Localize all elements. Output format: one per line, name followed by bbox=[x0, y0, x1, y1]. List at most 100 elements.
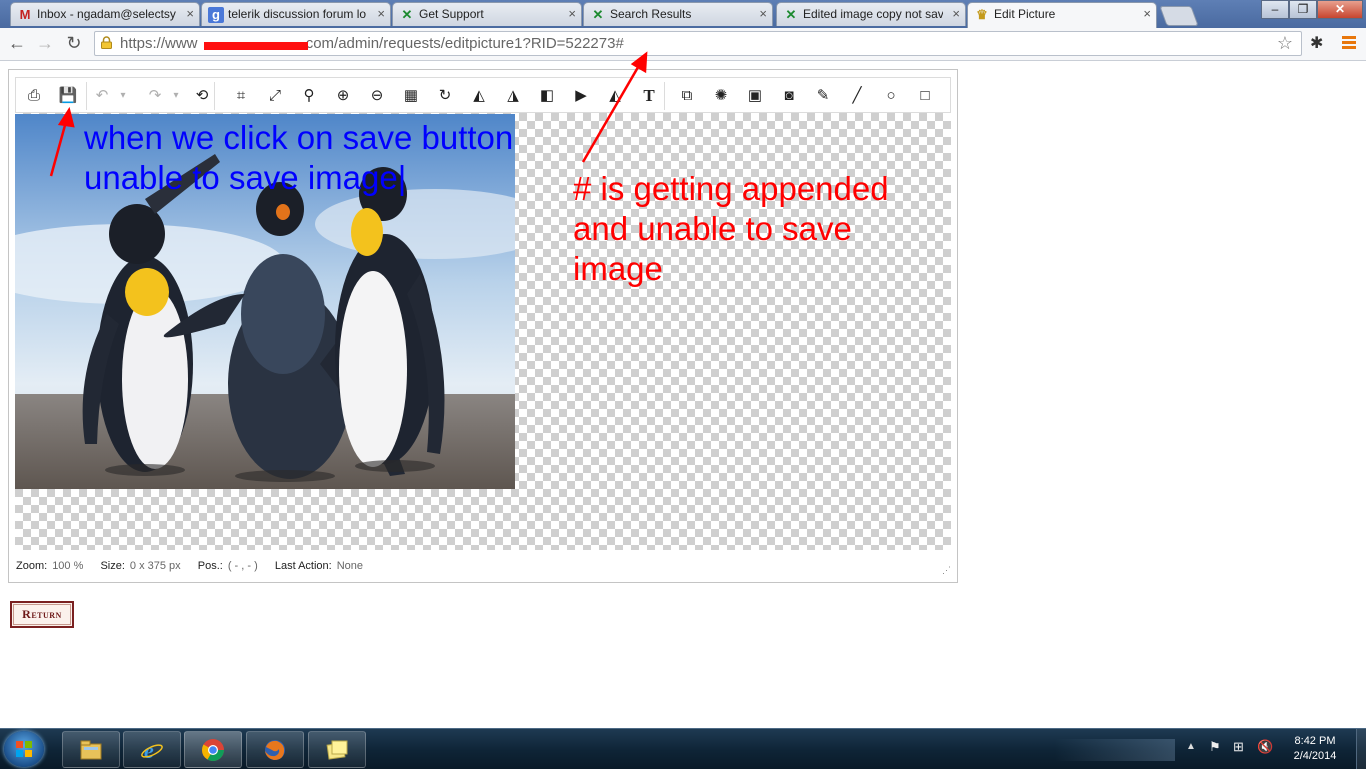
new-tab-button[interactable] bbox=[1159, 6, 1199, 26]
google-icon: g bbox=[208, 7, 224, 23]
reload-button[interactable]: ↻ bbox=[62, 32, 86, 56]
size-value: 0 x 375 px bbox=[129, 560, 181, 572]
taskbar-firefox-button[interactable] bbox=[246, 731, 304, 768]
url-text: https://www .com/admin/requests/editpictu… bbox=[120, 35, 624, 52]
shapes-icon[interactable]: ⧉ bbox=[676, 85, 698, 107]
fill-icon[interactable]: ▣ bbox=[744, 85, 766, 107]
back-button[interactable]: ← bbox=[5, 32, 29, 56]
flip-icon[interactable]: ◭ bbox=[468, 85, 490, 107]
address-bar[interactable]: https://www .com/admin/requests/editpictu… bbox=[94, 31, 1302, 56]
close-tab-icon[interactable]: × bbox=[568, 3, 576, 25]
show-desktop-button[interactable] bbox=[1356, 729, 1366, 769]
gradient-icon[interactable]: ◙ bbox=[778, 85, 800, 107]
close-tab-icon[interactable]: × bbox=[952, 3, 960, 25]
tab-label: Inbox - ngadam@selectsy bbox=[37, 7, 176, 21]
menu-icon[interactable] bbox=[1342, 36, 1356, 51]
skew-icon[interactable]: ▶ bbox=[570, 85, 592, 107]
crown-icon: ♛ bbox=[976, 7, 988, 22]
extension-bug-icon[interactable]: ✱ bbox=[1310, 33, 1323, 53]
tab-strip: M Inbox - ngadam@selectsy × g telerik di… bbox=[0, 0, 1366, 28]
redo-icon: ↷ bbox=[148, 87, 162, 104]
tab-edited-image[interactable]: ✕ Edited image copy not sav × bbox=[776, 2, 966, 26]
crop-icon[interactable]: ⌗ bbox=[230, 85, 252, 107]
tab-get-support[interactable]: ✕ Get Support × bbox=[392, 2, 582, 26]
restore-button[interactable]: ❐ bbox=[1289, 0, 1317, 19]
flip-vertical-icon[interactable]: ◧ bbox=[536, 85, 558, 107]
save-icon[interactable]: 💾 bbox=[57, 85, 79, 107]
forward-button[interactable]: → bbox=[33, 32, 57, 56]
editor-status-bar: Zoom: 100 % Size: 0 x 375 px Pos.: ( - , - … bbox=[16, 560, 946, 576]
action-center-flag-icon[interactable]: ⚑ bbox=[1209, 739, 1221, 755]
undo-icon: ↶ bbox=[95, 87, 109, 104]
close-tab-icon[interactable]: × bbox=[377, 3, 385, 25]
clock[interactable]: 8:42 PM 2/4/2014 bbox=[1288, 734, 1342, 764]
telerik-icon: ✕ bbox=[592, 7, 604, 22]
redo-dropdown-icon: ▾ bbox=[173, 90, 179, 101]
tray-area bbox=[1055, 739, 1175, 761]
zoom-out-icon[interactable]: ⊖ bbox=[366, 85, 388, 107]
windows-logo-icon bbox=[16, 741, 32, 757]
start-button[interactable] bbox=[4, 731, 44, 767]
position-label: Pos.: bbox=[197, 560, 223, 572]
explorer-icon bbox=[80, 740, 102, 760]
circle-icon[interactable]: ○ bbox=[880, 85, 902, 107]
minimize-button[interactable]: – bbox=[1261, 0, 1289, 19]
chrome-icon bbox=[202, 739, 224, 761]
zoom-value: 100 % bbox=[52, 560, 84, 572]
opacity-icon[interactable]: ▦ bbox=[400, 85, 422, 107]
resize-grip-icon[interactable]: ⋰ bbox=[942, 565, 951, 576]
gmail-icon: M bbox=[19, 7, 31, 22]
tab-label: Get Support bbox=[419, 7, 484, 21]
clock-time: 8:42 PM bbox=[1294, 735, 1336, 747]
resize-icon[interactable]: ⤢ bbox=[264, 85, 286, 107]
tab-label: Search Results bbox=[610, 7, 692, 21]
print-icon[interactable]: ⎙ bbox=[23, 85, 45, 107]
tab-search-results[interactable]: ✕ Search Results × bbox=[583, 2, 773, 26]
tab-telerik-forum[interactable]: g telerik discussion forum lo × bbox=[201, 2, 391, 26]
redaction-mark bbox=[204, 42, 308, 50]
annotation-blue-text: when we click on save button unable to s… bbox=[84, 118, 513, 198]
ie-icon: e bbox=[141, 738, 163, 762]
tab-inbox[interactable]: M Inbox - ngadam@selectsy × bbox=[10, 2, 200, 26]
bookmark-star-icon[interactable]: ☆ bbox=[1277, 33, 1293, 54]
sticky-notes-icon bbox=[326, 740, 348, 760]
reset-icon[interactable]: ⟲ bbox=[191, 85, 213, 107]
effects-icon[interactable]: ✺ bbox=[710, 85, 732, 107]
tab-label: Edit Picture bbox=[994, 7, 1056, 21]
pencil-icon[interactable]: ◭ bbox=[604, 85, 626, 107]
return-label: Return bbox=[22, 607, 62, 621]
taskbar-chrome-button[interactable] bbox=[184, 731, 242, 768]
telerik-icon: ✕ bbox=[785, 7, 797, 22]
rectangle-icon[interactable]: □ bbox=[914, 85, 936, 107]
text-icon[interactable]: T bbox=[638, 85, 660, 107]
network-icon[interactable]: ⊞ bbox=[1233, 739, 1244, 755]
taskbar-explorer-button[interactable] bbox=[62, 731, 120, 768]
telerik-icon: ✕ bbox=[401, 7, 413, 22]
zoom-in-icon[interactable]: ⊕ bbox=[332, 85, 354, 107]
line-icon[interactable]: ╱ bbox=[846, 85, 868, 107]
annotation-line: image bbox=[573, 250, 663, 287]
tab-label: Edited image copy not sav bbox=[803, 7, 943, 21]
show-hidden-icons-icon[interactable]: ▲ bbox=[1186, 741, 1196, 752]
rotate-icon[interactable]: ↻ bbox=[434, 85, 456, 107]
volume-muted-icon[interactable]: 🔇 bbox=[1257, 739, 1273, 755]
taskbar-ie-button[interactable]: e bbox=[123, 731, 181, 768]
tab-edit-picture[interactable]: ♛ Edit Picture × bbox=[967, 2, 1157, 28]
close-tab-icon[interactable]: × bbox=[759, 3, 767, 25]
annotation-line: and unable to save bbox=[573, 210, 852, 247]
return-button[interactable]: Return bbox=[10, 601, 74, 628]
window-close-button[interactable]: ✕ bbox=[1317, 0, 1363, 19]
annotation-red-text: # is getting appended and unable to save… bbox=[573, 169, 889, 289]
editor-toolbar: ⎙ 💾 ↶ ▾ ↷ ▾ ⟲ ⌗ ⤢ ⚲ ⊕ ⊖ ▦ ↻ ◭ ◮ ◧ ▶ ◭ T ⧉ ✺ ▣ ◙ ✎ ╱ ○ □ bbox=[15, 77, 951, 113]
brush-icon[interactable]: ✎ bbox=[812, 85, 834, 107]
lock-icon bbox=[101, 36, 112, 49]
taskbar-sticky-notes-button[interactable] bbox=[308, 731, 366, 768]
zoom-icon[interactable]: ⚲ bbox=[298, 85, 320, 107]
zoom-label: Zoom: bbox=[16, 560, 48, 572]
reload-icon: ↻ bbox=[66, 33, 82, 53]
annotation-line: # is getting appended bbox=[573, 170, 889, 207]
close-tab-icon[interactable]: × bbox=[186, 3, 194, 25]
undo-dropdown-icon: ▾ bbox=[120, 90, 126, 101]
flip-horizontal-icon[interactable]: ◮ bbox=[502, 85, 524, 107]
close-tab-icon[interactable]: × bbox=[1143, 3, 1151, 25]
